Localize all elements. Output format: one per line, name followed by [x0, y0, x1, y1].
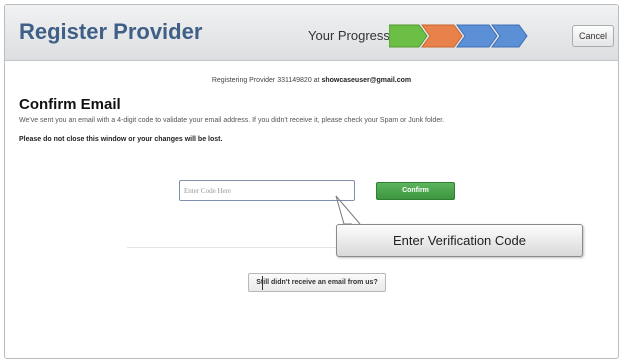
progress-step-3: [456, 24, 498, 48]
confirm-button[interactable]: Confirm: [376, 182, 455, 200]
progress-step-1: [389, 24, 428, 48]
progress-indicator: [389, 24, 528, 48]
confirm-description: We've sent you an email with a 4-digit c…: [19, 117, 445, 124]
cancel-button[interactable]: Cancel: [572, 25, 614, 47]
registering-prefix: Registering Provider 331149820 at: [211, 77, 320, 84]
header-bar: Register Provider Your Progress Cancel: [5, 5, 618, 61]
registering-email: showcaseuser@gmail.com: [321, 77, 412, 84]
callout-tooltip: Enter Verification Code: [336, 224, 583, 257]
progress-step-2: [421, 24, 463, 48]
progress-label: Your Progress: [308, 28, 390, 43]
close-window-warning: Please do not close this window or your …: [19, 136, 223, 143]
confirm-email-title: Confirm Email: [19, 96, 121, 113]
resend-email-button[interactable]: Still didn't receive an email from us?: [248, 273, 386, 292]
text-cursor-icon: [262, 276, 263, 290]
page-title: Register Provider: [19, 19, 203, 44]
verification-code-input[interactable]: [179, 180, 355, 201]
registering-info: Registering Provider 331149820 at showca…: [5, 77, 618, 84]
register-provider-window: Register Provider Your Progress Cancel R…: [4, 4, 619, 359]
